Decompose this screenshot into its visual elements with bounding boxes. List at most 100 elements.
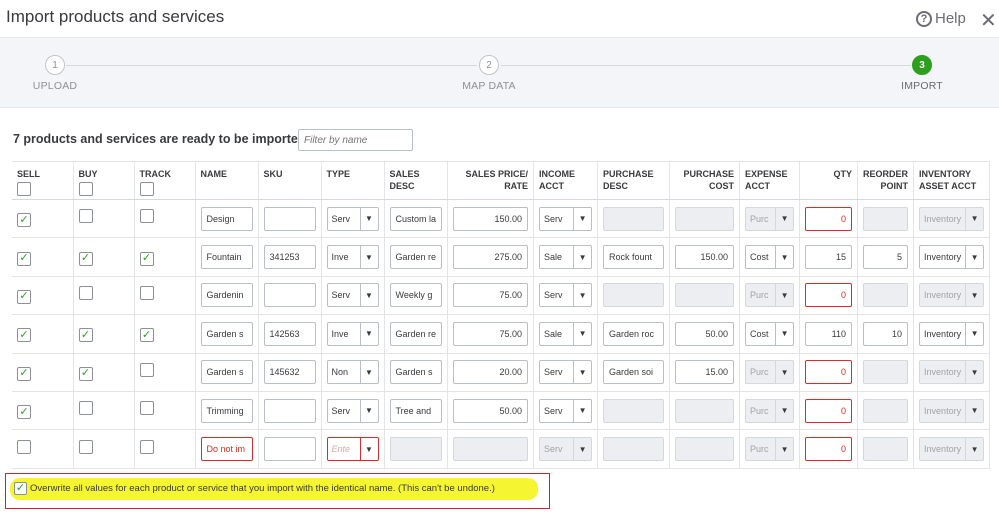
name-input[interactable]: Fountain	[200, 245, 253, 270]
qty-input[interactable]: 110	[805, 321, 853, 346]
help-button[interactable]: ? Help	[916, 10, 966, 27]
overwrite-label: Overwrite all values for each product or…	[30, 483, 495, 494]
expense-acct-select: Purc ▼	[745, 398, 795, 423]
sales-price-cell: 275.00	[447, 237, 535, 277]
income-acct-select[interactable]: Sale ▼	[539, 321, 593, 346]
sales-desc-input[interactable]: Garden s	[389, 360, 443, 385]
name-input[interactable]: Design	[200, 206, 253, 231]
type-select[interactable]: Non ▼	[326, 360, 379, 385]
track-cell	[134, 353, 196, 392]
sku-input[interactable]	[263, 206, 316, 231]
sales-price-input[interactable]: 75.00	[453, 283, 529, 308]
type-cell: Inve ▼	[321, 237, 385, 277]
name-input[interactable]: Do not im	[200, 437, 253, 462]
expense-acct-select[interactable]: Cost ▼	[745, 245, 795, 270]
purchase-cost-input[interactable]: 50.00	[675, 321, 735, 346]
track-checkbox[interactable]	[139, 362, 154, 377]
track-checkbox[interactable]	[139, 285, 154, 300]
purchase-desc-input	[603, 437, 665, 462]
sales-desc-input[interactable]: Tree and	[389, 398, 443, 423]
income-acct-select[interactable]: Sale ▼	[539, 245, 593, 270]
buy-checkbox[interactable]: ✓	[78, 328, 93, 343]
buy-checkbox[interactable]	[78, 439, 93, 454]
sales-price-input[interactable]: 50.00	[453, 398, 529, 423]
track-checkbox[interactable]: ✓	[139, 251, 154, 266]
select-all-sell-checkbox[interactable]	[17, 182, 31, 196]
track-checkbox[interactable]	[139, 439, 154, 454]
income-acct-select[interactable]: Serv ▼	[539, 206, 593, 231]
inventory-acct-select[interactable]: Inventory ▼	[919, 245, 985, 270]
sku-input[interactable]	[263, 283, 316, 308]
sales-price-input[interactable]: 150.00	[453, 206, 529, 231]
track-checkbox[interactable]: ✓	[139, 328, 154, 343]
select-all-buy-checkbox[interactable]	[78, 182, 93, 196]
income-acct-select[interactable]: Serv ▼	[539, 398, 593, 423]
sell-checkbox[interactable]: ✓	[17, 213, 31, 228]
sell-checkbox[interactable]	[17, 439, 31, 454]
qty-input[interactable]: 0	[805, 398, 853, 423]
qty-input[interactable]: 0	[805, 283, 853, 308]
name-input[interactable]: Gardenin	[200, 283, 253, 308]
type-select[interactable]: Ente ▼	[326, 437, 379, 462]
reorder-point-input[interactable]: 10	[863, 321, 909, 346]
sell-checkbox[interactable]: ✓	[17, 405, 31, 420]
expense-acct-select[interactable]: Cost ▼	[745, 321, 795, 346]
purchase-desc-input[interactable]: Garden soi	[603, 360, 665, 385]
sell-checkbox[interactable]: ✓	[17, 366, 31, 381]
reorder-point-cell	[857, 199, 915, 239]
filter-input[interactable]	[298, 129, 413, 151]
sku-input[interactable]: 142563	[263, 321, 316, 346]
sales-price-cell: 75.00	[447, 314, 535, 354]
type-cell: Non ▼	[321, 353, 385, 392]
type-select[interactable]: Serv ▼	[326, 398, 379, 423]
sku-input[interactable]	[263, 398, 316, 423]
buy-checkbox[interactable]	[78, 209, 93, 224]
purchase-cost-input[interactable]: 150.00	[675, 245, 735, 270]
select-all-track-checkbox[interactable]	[139, 182, 154, 196]
reorder-point-input[interactable]: 5	[863, 245, 909, 270]
track-checkbox[interactable]	[139, 401, 154, 416]
buy-checkbox[interactable]	[78, 285, 93, 300]
buy-checkbox[interactable]: ✓	[78, 366, 93, 381]
sales-price-input[interactable]: 275.00	[453, 245, 529, 270]
income-acct-select[interactable]: Serv ▼	[539, 283, 593, 308]
type-select[interactable]: Serv ▼	[326, 283, 379, 308]
type-select[interactable]: Inve ▼	[326, 321, 379, 346]
inventory-acct-cell: Inventory ▼	[913, 391, 991, 431]
purchase-desc-input	[603, 283, 665, 308]
sell-checkbox[interactable]: ✓	[17, 251, 31, 266]
qty-input[interactable]: 0	[805, 360, 853, 385]
purchase-desc-input[interactable]: Rock fount	[603, 245, 665, 270]
sku-input[interactable]	[263, 437, 316, 462]
buy-checkbox[interactable]	[78, 401, 93, 416]
track-checkbox[interactable]	[139, 209, 154, 224]
sales-desc-input[interactable]: Weekly g	[389, 283, 443, 308]
inventory-acct-select[interactable]: Inventory ▼	[919, 321, 985, 346]
sell-checkbox[interactable]: ✓	[17, 289, 31, 304]
qty-input[interactable]: 15	[805, 245, 853, 270]
type-select[interactable]: Serv ▼	[326, 206, 379, 231]
sku-input[interactable]: 145632	[263, 360, 316, 385]
type-select[interactable]: Inve ▼	[326, 245, 379, 270]
overwrite-checkbox[interactable]: ✓	[14, 482, 27, 495]
buy-checkbox[interactable]: ✓	[78, 251, 93, 266]
name-input[interactable]: Garden s	[200, 360, 253, 385]
name-input[interactable]: Trimming	[200, 398, 253, 423]
qty-input[interactable]: 0	[805, 206, 853, 231]
sales-price-input[interactable]: 75.00	[453, 321, 529, 346]
qty-input[interactable]: 0	[805, 437, 853, 462]
sales-desc-input[interactable]: Garden re	[389, 245, 443, 270]
sales-desc-input[interactable]: Garden re	[389, 321, 443, 346]
name-input[interactable]: Garden s	[200, 321, 253, 346]
purchase-desc-input[interactable]: Garden roc	[603, 321, 665, 346]
sales-price-input[interactable]: 20.00	[453, 360, 529, 385]
overwrite-option[interactable]: ✓ Overwrite all values for each product …	[14, 482, 495, 495]
close-icon[interactable]: ✕	[980, 8, 997, 33]
sell-checkbox[interactable]: ✓	[17, 328, 31, 343]
income-acct-select[interactable]: Serv ▼	[539, 360, 593, 385]
sell-cell: ✓	[12, 391, 74, 431]
sales-desc-input[interactable]: Custom la	[389, 206, 443, 231]
sku-input[interactable]: 341253	[263, 245, 316, 270]
purchase-cost-input[interactable]: 15.00	[675, 360, 735, 385]
expense-acct-cell: Purc ▼	[739, 199, 801, 239]
